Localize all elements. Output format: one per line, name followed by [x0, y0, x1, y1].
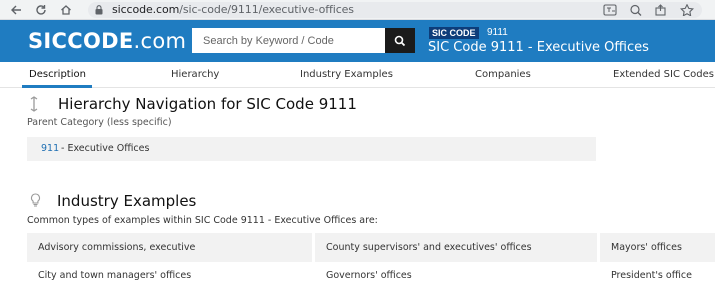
sic-code-number: 9111	[487, 27, 508, 38]
tab-industry-examples[interactable]: Industry Examples	[300, 69, 393, 80]
page-title: SIC Code 9111 - Executive Offices	[428, 40, 649, 55]
home-icon[interactable]	[58, 2, 74, 18]
example-item: Governors' offices	[326, 270, 412, 281]
tab-bar: Description Hierarchy Industry Examples …	[0, 62, 715, 88]
examples-intro: Common types of examples within SIC Code…	[27, 215, 378, 226]
address-bar[interactable]: siccode.com/sic-code/9111/executive-offi…	[88, 2, 702, 18]
example-item: President's office	[611, 270, 692, 281]
parent-category-row: 911 - Executive Offices	[27, 137, 596, 161]
parent-description: - Executive Offices	[61, 143, 150, 154]
examples-heading: Industry Examples	[57, 192, 197, 210]
lock-icon	[95, 5, 103, 15]
browser-toolbar: siccode.com/sic-code/9111/executive-offi…	[0, 0, 715, 20]
hierarchy-subheading: Parent Category (less specific)	[27, 117, 172, 128]
hierarchy-heading: Hierarchy Navigation for SIC Code 9111	[58, 95, 357, 113]
bookmark-star-icon[interactable]	[680, 4, 694, 16]
sic-code-badge: SIC CODE	[429, 27, 479, 39]
hierarchy-icon	[30, 96, 38, 112]
zoom-icon[interactable]	[629, 4, 643, 16]
back-arrow-icon[interactable]	[8, 2, 24, 18]
search-button[interactable]	[385, 28, 415, 53]
search-icon	[394, 35, 406, 46]
search-input[interactable]	[192, 28, 385, 53]
example-item: City and town managers' offices	[38, 270, 192, 281]
active-tab-indicator	[22, 85, 92, 88]
tab-extended-sic-codes[interactable]: Extended SIC Codes	[613, 69, 714, 80]
site-header: SICCODE.com SIC CODE 9111 SIC Code 9111 …	[0, 20, 715, 62]
translate-icon[interactable]	[603, 4, 617, 16]
share-icon[interactable]	[654, 4, 668, 16]
reload-icon[interactable]	[33, 2, 49, 18]
url-text: siccode.com/sic-code/9111/executive-offi…	[112, 3, 354, 16]
example-item: Mayors' offices	[600, 233, 715, 262]
search-form	[192, 28, 415, 53]
tab-description[interactable]: Description	[29, 69, 86, 80]
lightbulb-icon	[30, 193, 41, 207]
site-logo[interactable]: SICCODE.com	[28, 29, 186, 53]
example-item: County supervisors' and executives' offi…	[315, 233, 597, 262]
tab-companies[interactable]: Companies	[475, 69, 531, 80]
example-item: Advisory commissions, executive	[27, 233, 312, 262]
parent-code-link[interactable]: 911	[41, 143, 59, 154]
tab-hierarchy[interactable]: Hierarchy	[171, 69, 219, 80]
